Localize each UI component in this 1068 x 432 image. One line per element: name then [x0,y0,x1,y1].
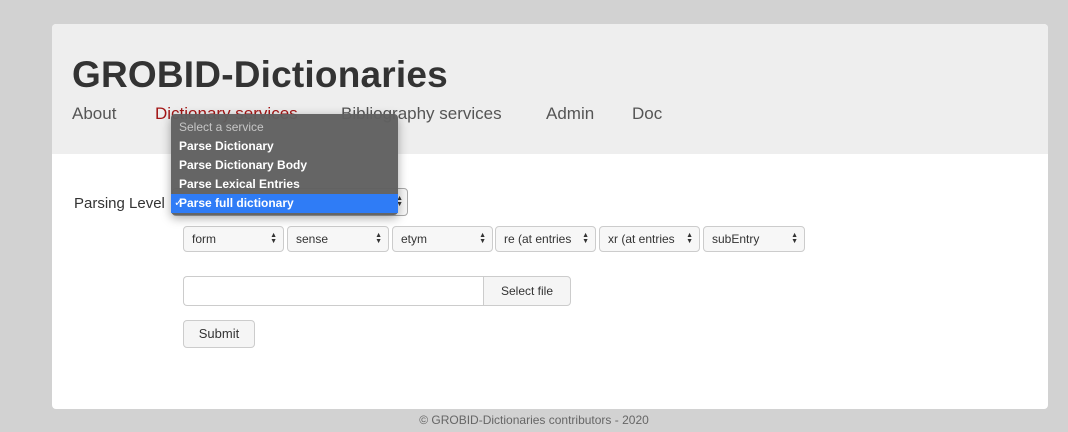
select-file-button[interactable]: Select file [483,276,571,306]
selected-option-label: Parse full dictionary [179,196,294,210]
sense-select[interactable]: sense ▲ ▼ [287,226,389,252]
submit-button[interactable]: Submit [183,320,255,348]
subentry-select[interactable]: subEntry ▲ ▼ [703,226,805,252]
xr-select-value: xr (at entries [608,232,675,246]
select-arrows-icon: ▲ ▼ [479,232,486,245]
dropdown-option-selected[interactable]: ✓ Parse full dictionary [171,194,398,213]
subentry-select-value: subEntry [712,232,760,246]
file-input[interactable] [183,276,483,306]
xr-select[interactable]: xr (at entries ▲ ▼ [599,226,700,252]
select-arrows-icon: ▲ ▼ [270,232,277,245]
select-arrows-icon: ▲ ▼ [375,232,382,245]
nav-about[interactable]: About [72,104,116,124]
form-select-value: form [192,232,216,246]
etym-select[interactable]: etym ▲ ▼ [392,226,493,252]
checkmark-icon: ✓ [174,197,184,209]
service-dropdown-menu: Select a service Parse Dictionary Parse … [171,114,398,215]
etym-select-value: etym [401,232,428,246]
select-arrows-icon: ▲ ▼ [686,232,693,245]
select-arrows-icon: ▲ ▼ [791,232,798,245]
page-title: GROBID-Dictionaries [72,54,448,95]
dropdown-option[interactable]: Parse Lexical Entries [171,175,398,194]
dropdown-option[interactable]: Parse Dictionary Body [171,156,398,175]
parsing-level-label: Parsing Level [74,195,165,212]
dropdown-option-placeholder: Select a service [179,120,264,134]
dropdown-option[interactable]: Parse Dictionary [171,137,398,156]
re-select-value: re (at entries [504,232,572,246]
select-arrows-icon: ▲ ▼ [582,232,589,245]
form-select[interactable]: form ▲ ▼ [183,226,284,252]
nav-doc[interactable]: Doc [632,104,662,124]
main-card: GROBID-Dictionaries About Dictionary ser… [52,24,1048,409]
nav-admin[interactable]: Admin [546,104,594,124]
re-select[interactable]: re (at entries ▲ ▼ [495,226,596,252]
sense-select-value: sense [296,232,329,246]
footer-text: © GROBID-Dictionaries contributors - 202… [419,413,649,427]
